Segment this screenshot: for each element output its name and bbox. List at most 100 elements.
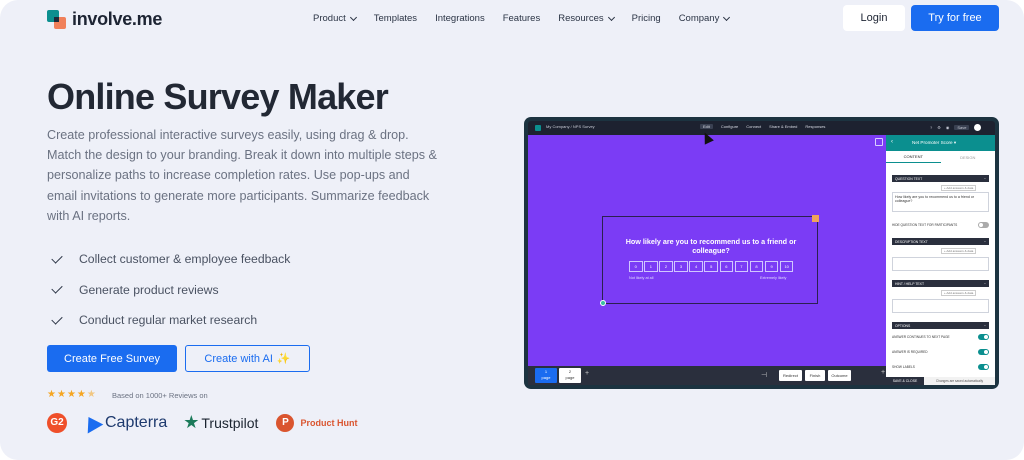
- scale-option[interactable]: 8: [749, 261, 764, 272]
- tab-responses[interactable]: Responses: [805, 124, 825, 129]
- section-label: OPTIONS: [895, 323, 911, 328]
- description-text-field[interactable]: [892, 257, 989, 271]
- logo[interactable]: involve.me: [47, 9, 162, 30]
- check-icon: [51, 252, 63, 264]
- question-text-field[interactable]: How likely are you to recommend us to a …: [892, 192, 989, 212]
- section-question-text[interactable]: QUESTION TEXT −: [892, 175, 989, 182]
- button-label: Create with AI: [204, 352, 273, 365]
- menu-item-templates[interactable]: Templates: [374, 13, 417, 24]
- scale-option[interactable]: 6: [719, 261, 734, 272]
- trustpilot-logo[interactable]: ★ Trustpilot: [183, 412, 258, 433]
- page-tab-2[interactable]: 2 page: [559, 368, 581, 383]
- option-row: SHOW LABELS: [892, 363, 989, 371]
- add-answers-button[interactable]: + Add answers & data: [941, 290, 977, 296]
- continue-next-page-toggle[interactable]: [978, 334, 989, 340]
- scale-option[interactable]: 0: [629, 261, 643, 272]
- scale-option[interactable]: 2: [659, 261, 673, 272]
- capterra-text: Capterra: [105, 413, 168, 431]
- g2-logo[interactable]: G2: [47, 412, 67, 433]
- hero-description: Create professional interactive surveys …: [47, 128, 437, 223]
- finish-button[interactable]: Finish: [805, 370, 825, 381]
- panel-title[interactable]: Net Promoter Score ▾: [912, 140, 956, 146]
- top-nav: involve.me Product Templates Integration…: [0, 0, 1024, 36]
- menu-label: Integrations: [435, 13, 485, 24]
- tab-edit[interactable]: Edit: [700, 124, 713, 129]
- main-menu: Product Templates Integrations Features …: [313, 13, 747, 24]
- capterra-logo[interactable]: Capterra: [80, 411, 168, 434]
- scale-option[interactable]: 9: [764, 261, 779, 272]
- save-button[interactable]: Save: [954, 125, 970, 130]
- create-with-ai-button[interactable]: Create with AI ✨: [185, 345, 310, 372]
- app-toolbar-icons: ? ⚙ ◉ Save: [930, 124, 982, 131]
- section-hint-text[interactable]: HINT / HELP TEXT −: [892, 280, 989, 287]
- scale-option[interactable]: 7: [734, 261, 749, 272]
- feature-list: Collect customer & employee feedback Gen…: [51, 244, 290, 336]
- tab-design[interactable]: DESIGN: [941, 151, 996, 163]
- rating-stars: ★ ★ ★ ★ ★: [47, 389, 96, 400]
- back-arrow-icon[interactable]: ‹: [891, 139, 893, 145]
- gear-icon[interactable]: ⚙: [937, 125, 941, 130]
- outcome-button[interactable]: Outcome: [828, 370, 851, 381]
- page-tab-1[interactable]: 1 page: [535, 368, 557, 383]
- card-handle-icon[interactable]: [812, 215, 819, 222]
- add-element-icon[interactable]: [600, 300, 606, 306]
- menu-item-product[interactable]: Product: [313, 13, 357, 24]
- scale-option[interactable]: 5: [704, 261, 718, 272]
- menu-item-pricing[interactable]: Pricing: [632, 13, 661, 24]
- menu-label: Templates: [373, 13, 418, 24]
- menu-label: Features: [502, 13, 541, 24]
- reviews-text: Based on 1000+ Reviews on: [112, 391, 208, 400]
- hint-text-field[interactable]: [892, 299, 989, 313]
- check-icon: [51, 282, 63, 294]
- section-description-text[interactable]: DESCRIPTION TEXT −: [892, 238, 989, 245]
- add-page-icon[interactable]: +: [585, 370, 589, 377]
- answer-required-toggle[interactable]: [978, 349, 989, 355]
- toggle-label: ANSWER IS REQUIRED: [892, 350, 928, 354]
- hide-question-toggle[interactable]: [978, 222, 989, 228]
- survey-canvas[interactable]: How likely are you to recommend us to a …: [528, 135, 886, 385]
- question-text: How likely are you to recommend us to a …: [625, 237, 797, 255]
- menu-item-features[interactable]: Features: [503, 13, 541, 24]
- add-answers-button[interactable]: + Add answers & data: [941, 248, 977, 254]
- scale-low-label: Not likely at all: [629, 276, 654, 280]
- add-answers-button[interactable]: + Add answers & data: [941, 185, 977, 191]
- hide-question-toggle-row: HIDE QUESTION TEXT FOR PARTICIPANTS: [892, 221, 989, 229]
- preview-icon[interactable]: ◉: [946, 125, 950, 130]
- producthunt-text: Product Hunt: [300, 417, 358, 428]
- g2-text: G2: [50, 417, 64, 428]
- scale-option[interactable]: 10: [779, 261, 794, 272]
- show-labels-toggle[interactable]: [978, 364, 989, 370]
- settings-panel: ‹ Net Promoter Score ▾ CONTENT DESIGN QU…: [886, 135, 995, 385]
- tab-share-embed[interactable]: Share & Embed: [769, 124, 797, 129]
- create-free-survey-button[interactable]: Create Free Survey: [47, 345, 177, 372]
- try-for-free-button[interactable]: Try for free: [911, 5, 999, 31]
- menu-item-company[interactable]: Company: [679, 13, 731, 24]
- add-ending-icon[interactable]: +: [881, 369, 885, 376]
- help-icon[interactable]: ?: [930, 125, 932, 130]
- flow-icon[interactable]: ⊣: [761, 371, 767, 379]
- scale-option[interactable]: 4: [689, 261, 703, 272]
- page-title: Online Survey Maker: [47, 76, 389, 117]
- app-tabs: Edit Configure Connect Share & Embed Res…: [700, 124, 825, 129]
- avatar[interactable]: [974, 124, 982, 131]
- page: involve.me Product Templates Integration…: [0, 0, 1024, 460]
- menu-item-resources[interactable]: Resources: [558, 13, 615, 24]
- edit-design-icon[interactable]: [875, 138, 883, 146]
- login-button[interactable]: Login: [843, 5, 905, 31]
- scale-option[interactable]: 3: [674, 261, 688, 272]
- page-bar: 1 page 2 page + ⊣ Redirect Finish Outcome …: [528, 366, 886, 385]
- section-options[interactable]: OPTIONS −: [892, 322, 989, 329]
- trustpilot-star-icon: ★: [183, 412, 200, 432]
- list-item: Conduct regular market research: [51, 305, 290, 336]
- tab-connect[interactable]: Connect: [746, 124, 761, 129]
- breadcrumb: My Company / NPS Survey: [546, 124, 595, 129]
- tab-content[interactable]: CONTENT: [886, 151, 941, 163]
- producthunt-logo[interactable]: P Product Hunt: [276, 413, 358, 432]
- scale-option[interactable]: 1: [644, 261, 658, 272]
- redirect-button[interactable]: Redirect: [779, 370, 802, 381]
- menu-item-integrations[interactable]: Integrations: [435, 13, 485, 24]
- autosave-note: Changes are saved automatically: [924, 377, 995, 385]
- question-card[interactable]: How likely are you to recommend us to a …: [600, 215, 819, 306]
- save-close-button[interactable]: SAVE & CLOSE: [886, 377, 924, 385]
- tab-configure[interactable]: Configure: [721, 124, 738, 129]
